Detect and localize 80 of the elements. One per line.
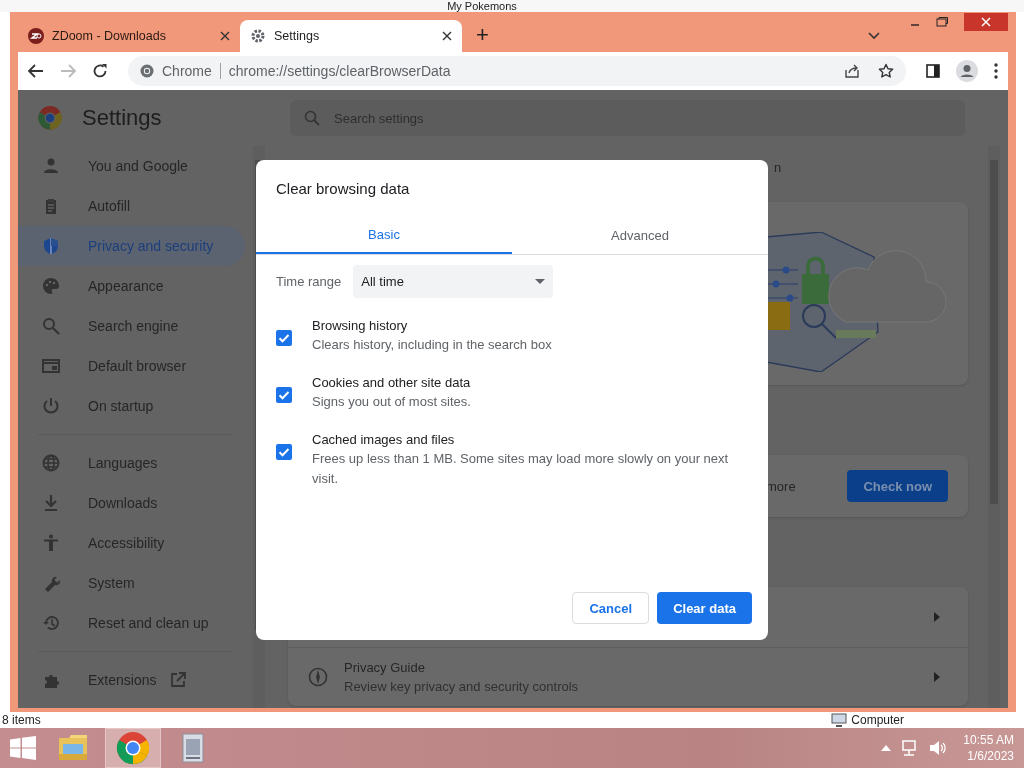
site-icon [28,28,44,44]
check-now-button[interactable]: Check now [847,470,948,502]
address-bar[interactable]: Chrome chrome://settings/clearBrowserData [128,56,906,86]
sidebar-item[interactable]: On startup [18,386,245,426]
download-icon [42,494,60,512]
sidebar-item[interactable]: System [18,563,245,603]
sidebar-item[interactable]: Extensions [18,660,245,700]
status-text: Computer [851,713,904,727]
scrollbar[interactable] [988,146,1000,708]
back-icon[interactable] [28,64,44,78]
share-icon[interactable] [844,63,860,79]
clock[interactable]: 10:55 AM 1/6/2023 [963,733,1014,763]
clear-data-button[interactable]: Clear data [657,592,752,624]
option-description: Frees up less than 1 MB. Some sites may load more slowly on your next visit. [312,450,730,488]
row-title: Privacy Guide [344,660,426,675]
option-description: Signs you out of most sites. [312,393,471,411]
sidebar-item[interactable]: Autofill [18,186,245,226]
option-description: Clears history, including in the search box [312,336,552,354]
speaker-icon[interactable] [929,740,948,756]
sidebar-item[interactable]: You and Google [18,146,245,186]
option-title: Browsing history [312,318,409,333]
menu-icon[interactable] [994,63,998,79]
profile-icon[interactable] [956,60,978,82]
cancel-button[interactable]: Cancel [572,592,650,624]
checkbox[interactable] [276,444,292,460]
browser-tab[interactable]: Settings [240,20,462,52]
shield-icon [42,237,60,255]
close-icon [981,17,991,27]
option-title: Cookies and other site data [312,375,471,390]
dialog-title: Clear browsing data [275,179,411,199]
browser-tab[interactable]: ZDoom - Downloads [18,20,240,52]
search-icon [42,317,60,335]
chrome-logo-icon [38,106,62,130]
page-title: Settings [82,105,162,131]
sidebar-item[interactable]: Downloads [18,483,245,523]
accessibility-icon [42,534,60,552]
chevron-down-icon[interactable] [868,32,880,40]
sidebar-item[interactable]: Default browser [18,346,245,386]
row-description: Review key privacy and security controls [344,679,579,694]
chrome-logo-icon [140,64,154,78]
gear-icon [250,28,266,44]
checkbox[interactable] [276,387,292,403]
star-icon[interactable] [878,63,894,79]
checkbox[interactable] [276,330,292,346]
compass-icon [308,667,328,687]
status-text: 8 items [2,713,41,727]
person-icon [42,157,60,175]
section-heading: n [774,160,783,177]
windows-logo-icon[interactable] [10,736,36,760]
field-label: Time range [276,274,342,289]
chrome-logo-icon [115,730,151,766]
tray-arrow-icon[interactable] [881,745,892,751]
reload-icon[interactable] [92,63,108,79]
arrow-right-icon[interactable] [934,612,940,622]
side-panel-icon[interactable] [926,64,940,78]
sidebar-item[interactable]: Reset and clean up [18,603,245,643]
dialog-tab[interactable]: Basic [256,216,512,254]
computer-icon [831,713,848,727]
restore-icon[interactable] [936,17,948,27]
browser-window-icon [42,357,60,375]
close-button[interactable] [964,13,1008,31]
close-icon[interactable] [442,31,452,41]
time-range-dropdown[interactable]: All time [353,265,554,298]
sidebar-item[interactable]: Search engine [18,306,245,346]
power-icon [42,397,60,415]
option-title: Cached images and files [312,432,456,447]
sidebar-item[interactable]: Languages [18,443,245,483]
taskbar-button[interactable] [106,729,160,767]
sidebar-item[interactable]: Appearance [18,266,245,306]
window-title: My Pokemons [447,0,517,12]
globe-icon [42,454,60,472]
history-icon [42,614,60,632]
dropdown-arrow-icon [535,279,546,284]
palette-icon [42,277,60,295]
arrow-right-icon[interactable] [934,672,940,682]
close-icon[interactable] [220,31,230,41]
sidebar-item[interactable]: Privacy and security [18,226,245,266]
new-tab-button[interactable]: + [476,24,489,46]
sidebar-item[interactable]: Accessibility [18,523,245,563]
dialog-tab[interactable]: Advanced [512,216,768,254]
